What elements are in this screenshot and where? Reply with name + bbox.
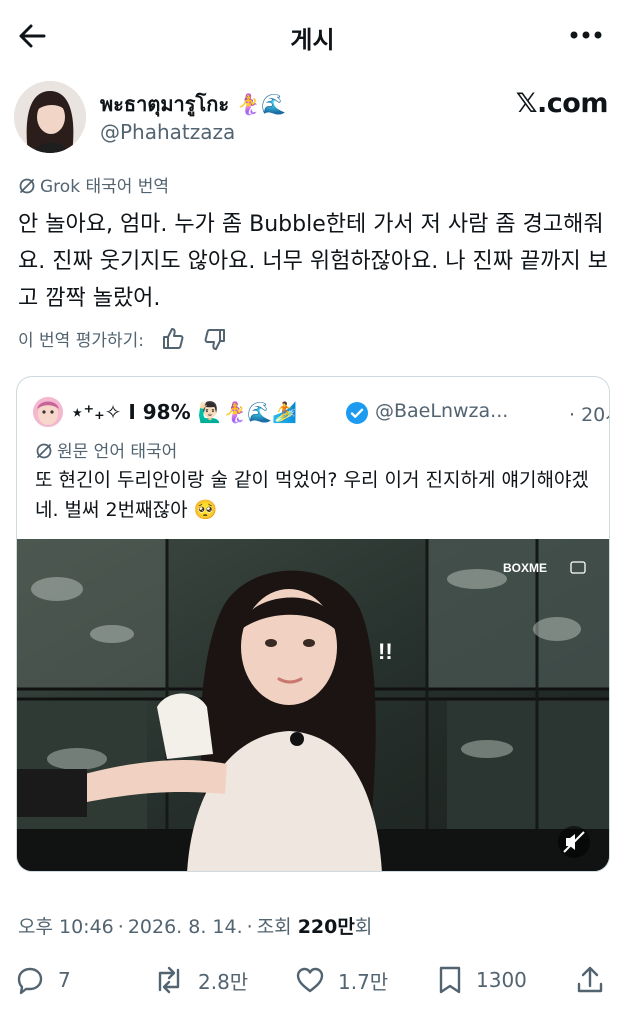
- quoted-author-avatar[interactable]: [33, 397, 63, 427]
- reply-button[interactable]: 7: [14, 960, 71, 1000]
- repost-count: 2.8만: [198, 969, 249, 994]
- source-watermark: 𝕏.com: [515, 88, 609, 119]
- author-display-name[interactable]: พะธาตุมารูโกะ 🧜‍♀️🌊: [100, 88, 286, 120]
- quoted-post-text: 또 현긴이 두리안이랑 술 같이 먹었어? 우리 이거 진지하게 얘기해야겠네.…: [35, 469, 589, 521]
- quoted-author-handle[interactable]: @BaeLnwza...: [375, 400, 508, 422]
- post-author: พะธาตุมารูโกะ 🧜‍♀️🌊 @Phahatzaza 𝕏.com: [14, 78, 614, 158]
- more-options-icon[interactable]: [569, 22, 603, 48]
- quoted-video[interactable]: BOXME !!: [17, 539, 609, 871]
- quoted-language-label: 원문 언어 태국어: [57, 442, 178, 462]
- quoted-post-time: · 20시: [569, 404, 609, 426]
- views-suffix: 회: [354, 916, 373, 938]
- views-count: 220만: [297, 916, 355, 938]
- action-bar: 7 2.8만 1.7만 1300: [0, 960, 625, 1000]
- rate-translation-row: 이 번역 평가하기:: [18, 326, 227, 352]
- like-count: 1.7만: [338, 969, 389, 994]
- post-meta: 오후 10:46 · 2026. 8. 14. · 조회 220만회: [18, 916, 373, 938]
- thumbs-up-icon[interactable]: [161, 327, 185, 351]
- translation-tag: Grok 태국어 번역: [18, 172, 169, 197]
- post-time: 오후 10:46: [18, 916, 114, 938]
- page-title: 게시: [290, 26, 335, 54]
- author-avatar[interactable]: [14, 81, 86, 153]
- views-label: 조회: [256, 916, 292, 938]
- bookmark-count: 1300: [476, 968, 527, 992]
- repost-button[interactable]: 2.8만: [152, 960, 248, 1000]
- thumbs-down-icon[interactable]: [203, 327, 227, 351]
- quoted-post[interactable]: ⋆⁺₊✧ I 98% 🙋🏻‍♂️🧜‍♀️🌊🏄 @BaeLnwza... · 20…: [16, 376, 610, 872]
- quoted-language-tag: 원문 언어 태국어: [35, 437, 177, 462]
- mute-icon[interactable]: [558, 826, 590, 858]
- repost-icon: [158, 966, 180, 994]
- quoted-post-header: ⋆⁺₊✧ I 98% 🙋🏻‍♂️🧜‍♀️🌊🏄 @BaeLnwza... · 20…: [33, 397, 609, 431]
- quoted-author-name[interactable]: ⋆⁺₊✧ I 98% 🙋🏻‍♂️🧜‍♀️🌊🏄: [71, 400, 297, 424]
- reply-icon: [17, 967, 43, 995]
- reply-count: 7: [58, 968, 71, 992]
- grok-icon: [19, 178, 35, 194]
- author-handle[interactable]: @Phahatzaza: [100, 120, 235, 144]
- rate-translation-label: 이 번역 평가하기:: [18, 331, 145, 351]
- share-button[interactable]: [575, 960, 617, 1000]
- share-icon: [577, 966, 603, 993]
- like-button[interactable]: 1.7만: [294, 960, 388, 1000]
- verified-badge-icon: [346, 402, 368, 424]
- grok-icon: [36, 443, 52, 459]
- video-overlay-text: !!: [378, 639, 393, 664]
- video-watermark: BOXME: [503, 561, 547, 575]
- post-text: 안 놀아요, 엄마. 누가 좀 Bubble한테 가서 저 사람 좀 경고해줘요…: [18, 212, 608, 311]
- translation-tag-label: Grok 태국어 번역: [40, 177, 170, 197]
- post-date: 2026. 8. 14.: [127, 916, 243, 938]
- heart-icon: [296, 967, 324, 993]
- top-bar: 게시: [0, 0, 625, 70]
- bookmark-icon: [439, 966, 461, 994]
- bookmark-button[interactable]: 1300: [436, 960, 527, 1000]
